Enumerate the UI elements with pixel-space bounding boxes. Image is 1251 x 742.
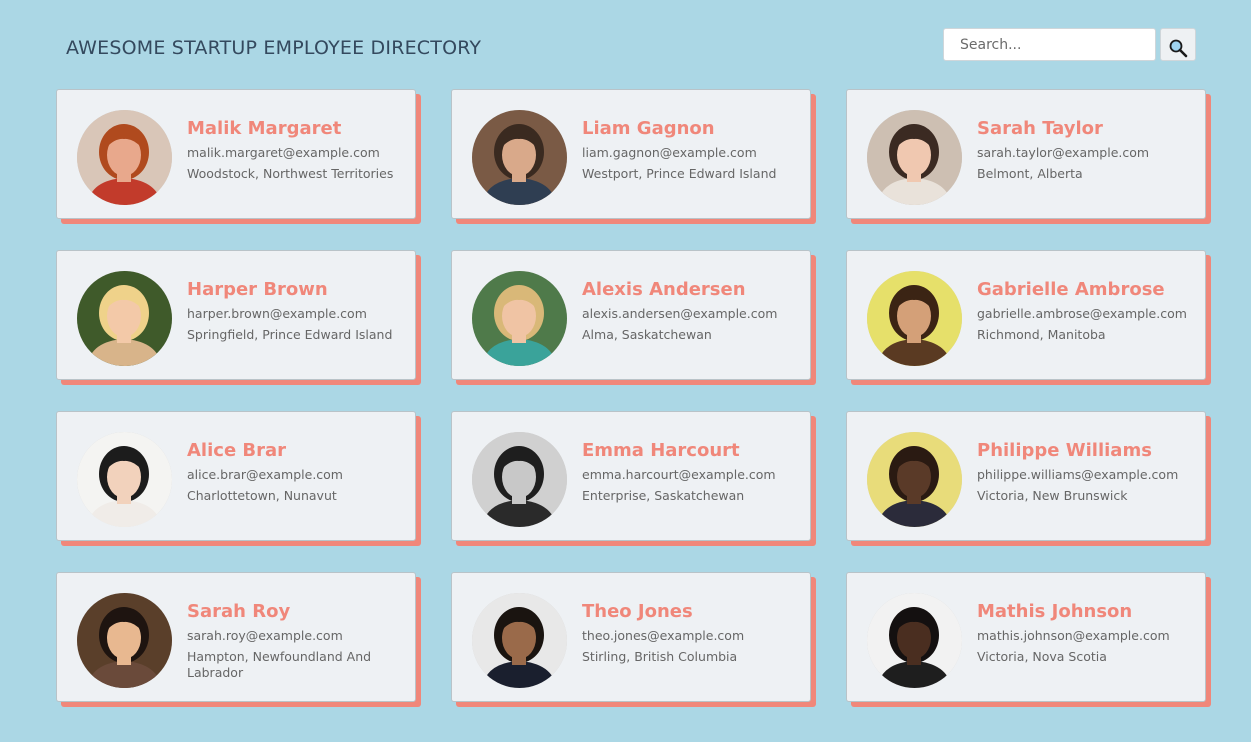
employee-card[interactable]: Theo Jones theo.jones@example.com Stirling…	[451, 572, 811, 702]
employee-info: Alice Brar alice.brar@example.com Charlott…	[187, 440, 411, 504]
employee-location: Hampton, Newfoundland And Labrador	[187, 649, 372, 680]
employee-card[interactable]: Mathis Johnson mathis.johnson@example.com…	[846, 572, 1206, 702]
employee-name: Mathis Johnson	[977, 601, 1133, 622]
employee-email: sarah.roy@example.com	[187, 628, 343, 643]
employee-photo	[472, 432, 567, 527]
employee-card[interactable]: Liam Gagnon liam.gagnon@example.com Westpo…	[451, 89, 811, 219]
employee-card[interactable]: Alice Brar alice.brar@example.com Charlott…	[56, 411, 416, 541]
employee-photo	[77, 271, 172, 366]
employee-email: alice.brar@example.com	[187, 467, 343, 482]
employee-card[interactable]: Malik Margaret malik.margaret@example.com…	[56, 89, 416, 219]
employee-location: Stirling, British Columbia	[582, 649, 738, 664]
employee-card[interactable]: Sarah Roy sarah.roy@example.com Hampton, N…	[56, 572, 416, 702]
employee-location: Richmond, Manitoba	[977, 327, 1106, 342]
employee-location: Belmont, Alberta	[977, 166, 1083, 181]
employee-email: gabrielle.ambrose@example.com	[977, 306, 1187, 321]
employee-info: Gabrielle Ambrose gabrielle.ambrose@examp…	[977, 279, 1201, 343]
employee-location: Enterprise, Saskatchewan	[582, 488, 745, 503]
employee-email: alexis.andersen@example.com	[582, 306, 778, 321]
employee-name: Philippe Williams	[977, 440, 1152, 461]
page-title: AWESOME STARTUP EMPLOYEE DIRECTORY	[66, 37, 482, 59]
employee-location: Victoria, Nova Scotia	[977, 649, 1107, 664]
employee-info: Mathis Johnson mathis.johnson@example.com…	[977, 601, 1201, 665]
employee-location: Woodstock, Northwest Territories	[187, 166, 394, 181]
employee-name: Malik Margaret	[187, 118, 342, 139]
employee-photo	[472, 271, 567, 366]
employee-name: Gabrielle Ambrose	[977, 279, 1165, 300]
employee-card[interactable]: Alexis Andersen alexis.andersen@example.c…	[451, 250, 811, 380]
employee-card[interactable]: Emma Harcourt emma.harcourt@example.com En…	[451, 411, 811, 541]
employee-location: Westport, Prince Edward Island	[582, 166, 777, 181]
employee-location: Victoria, New Brunswick	[977, 488, 1128, 503]
employee-location: Charlottetown, Nunavut	[187, 488, 337, 503]
employee-photo	[867, 271, 962, 366]
page-header: AWESOME STARTUP EMPLOYEE DIRECTORY	[0, 0, 1251, 90]
magnifier-icon	[1161, 38, 1195, 58]
employee-info: Sarah Roy sarah.roy@example.com Hampton, N…	[187, 601, 411, 681]
employee-info: Sarah Taylor sarah.taylor@example.com Belm…	[977, 118, 1201, 182]
employee-photo	[867, 593, 962, 688]
employee-name: Alexis Andersen	[582, 279, 746, 300]
employee-location: Alma, Saskatchewan	[582, 327, 712, 342]
employee-name: Sarah Taylor	[977, 118, 1103, 139]
employee-info: Malik Margaret malik.margaret@example.com…	[187, 118, 411, 182]
employee-card[interactable]: Gabrielle Ambrose gabrielle.ambrose@examp…	[846, 250, 1206, 380]
employee-email: malik.margaret@example.com	[187, 145, 380, 160]
employee-email: liam.gagnon@example.com	[582, 145, 757, 160]
employee-email: emma.harcourt@example.com	[582, 467, 776, 482]
employee-photo	[77, 110, 172, 205]
employee-email: mathis.johnson@example.com	[977, 628, 1170, 643]
employee-card[interactable]: Harper Brown harper.brown@example.com Spri…	[56, 250, 416, 380]
employee-email: harper.brown@example.com	[187, 306, 367, 321]
employee-location: Springfield, Prince Edward Island	[187, 327, 393, 342]
employee-info: Liam Gagnon liam.gagnon@example.com Westpo…	[582, 118, 806, 182]
employee-name: Theo Jones	[582, 601, 693, 622]
employee-photo	[77, 432, 172, 527]
employee-photo	[77, 593, 172, 688]
employee-photo	[472, 593, 567, 688]
search-button[interactable]	[1160, 28, 1196, 61]
employee-name: Alice Brar	[187, 440, 287, 461]
employee-info: Harper Brown harper.brown@example.com Spri…	[187, 279, 411, 343]
employee-email: philippe.williams@example.com	[977, 467, 1179, 482]
employee-card[interactable]: Sarah Taylor sarah.taylor@example.com Belm…	[846, 89, 1206, 219]
employee-email: theo.jones@example.com	[582, 628, 745, 643]
employee-name: Emma Harcourt	[582, 440, 740, 461]
employee-photo	[867, 432, 962, 527]
employee-gallery: Malik Margaret malik.margaret@example.com…	[56, 89, 1216, 702]
employee-name: Liam Gagnon	[582, 118, 715, 139]
employee-email: sarah.taylor@example.com	[977, 145, 1150, 160]
employee-info: Emma Harcourt emma.harcourt@example.com En…	[582, 440, 806, 504]
search-input[interactable]	[943, 28, 1156, 61]
employee-info: Alexis Andersen alexis.andersen@example.c…	[582, 279, 806, 343]
employee-photo	[472, 110, 567, 205]
employee-info: Theo Jones theo.jones@example.com Stirling…	[582, 601, 806, 665]
employee-name: Sarah Roy	[187, 601, 291, 622]
employee-name: Harper Brown	[187, 279, 328, 300]
employee-photo	[867, 110, 962, 205]
employee-card[interactable]: Philippe Williams philippe.williams@examp…	[846, 411, 1206, 541]
employee-info: Philippe Williams philippe.williams@examp…	[977, 440, 1201, 504]
